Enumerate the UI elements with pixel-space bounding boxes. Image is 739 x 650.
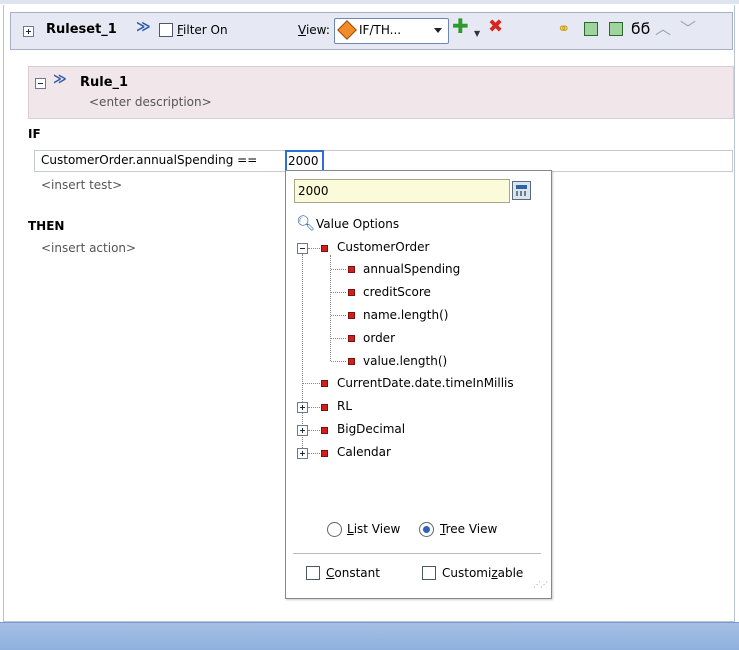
chevron-down-icon — [434, 28, 442, 33]
collapse-rule-icon[interactable] — [35, 78, 46, 89]
filter-on-label[interactable]: Filter On — [177, 22, 228, 38]
tree-item-creditscore[interactable]: creditScore — [363, 284, 431, 300]
status-bar — [0, 622, 739, 650]
list-view-radio[interactable] — [327, 522, 342, 537]
search-icon: 🔍︎ — [296, 214, 316, 232]
tree-connector — [331, 269, 346, 270]
tree-item-order[interactable]: order — [363, 330, 395, 346]
expand-bigdecimal-icon[interactable] — [297, 425, 308, 436]
rule-header: ≫ Rule_1 <enter description> — [28, 66, 734, 119]
separator — [293, 553, 541, 554]
fact-icon — [321, 427, 328, 434]
field-icon — [348, 266, 355, 273]
tree-item-rl[interactable]: RL — [337, 398, 352, 414]
fact-icon — [321, 404, 328, 411]
fact-icon — [321, 245, 328, 252]
tree-item-customerorder[interactable]: CustomerOrder — [337, 239, 429, 255]
customizable-checkbox[interactable] — [422, 566, 436, 580]
ruleset-name: Ruleset_1 — [46, 22, 117, 37]
tree-item-bigdecimal[interactable]: BigDecimal — [337, 421, 405, 437]
insert-test[interactable]: <insert test> — [41, 178, 122, 192]
filter-on-checkbox[interactable] — [159, 23, 173, 37]
expand-ruleset-icon[interactable] — [23, 26, 34, 37]
customizable-label[interactable]: Customizable — [442, 565, 523, 581]
rule-name: Rule_1 — [80, 75, 129, 90]
expand-rl-icon[interactable] — [297, 402, 308, 413]
tree-item-calendar[interactable]: Calendar — [337, 444, 391, 460]
view-select[interactable]: IF/TH... — [334, 18, 449, 44]
calculator-icon[interactable] — [512, 181, 531, 200]
expand-calendar-icon[interactable] — [297, 448, 308, 459]
tree-connector — [330, 255, 331, 361]
test-value-field[interactable]: 2000 — [285, 150, 324, 172]
value-options-label: Value Options — [316, 217, 400, 231]
tree-view-label[interactable]: Tree View — [440, 521, 497, 537]
resize-grip-icon[interactable]: ⋰⋰ — [533, 580, 548, 589]
advanced-toggle-icon[interactable]: ≫ — [136, 19, 151, 35]
constant-label[interactable]: Constant — [326, 565, 380, 581]
expand-all-icon[interactable] — [584, 22, 598, 36]
list-view-label[interactable]: List View — [347, 521, 400, 537]
diamond-icon — [337, 20, 357, 40]
field-icon — [348, 335, 355, 342]
move-down-icon[interactable]: ﹀ — [680, 19, 696, 39]
tree-connector — [308, 248, 320, 249]
ruleset-toolbar: Ruleset_1 ≫ Filter On View: IF/TH... ✚ ▼… — [10, 12, 733, 50]
field-icon — [348, 358, 355, 365]
insert-action[interactable]: <insert action> — [41, 241, 136, 255]
tree-connector — [303, 383, 320, 384]
tree-item-annualspending[interactable]: annualSpending — [363, 261, 460, 277]
if-label: IF — [28, 127, 41, 141]
field-icon — [348, 312, 355, 319]
collapse-customerorder-icon[interactable] — [297, 243, 308, 254]
view-label: View: — [298, 23, 330, 37]
tree-item-name-length[interactable]: name.length() — [363, 307, 448, 323]
rule-advanced-icon[interactable]: ≫ — [53, 72, 67, 87]
tree-connector — [331, 338, 346, 339]
tree-item-value-length[interactable]: value.length() — [363, 353, 447, 369]
tree-item-currentdate[interactable]: CurrentDate.date.timeInMillis — [337, 375, 514, 391]
view-select-value: IF/TH... — [359, 23, 402, 37]
add-icon[interactable]: ✚ — [452, 16, 469, 36]
tree-connector — [302, 254, 303, 450]
tree-connector — [308, 453, 320, 454]
tree-connector — [308, 430, 320, 431]
tree-structure-icon[interactable]: ⚭ — [557, 19, 570, 39]
field-icon — [348, 289, 355, 296]
tree-view-radio[interactable] — [419, 522, 434, 537]
constant-checkbox[interactable] — [306, 566, 320, 580]
add-dropdown-icon[interactable]: ▼ — [474, 24, 480, 44]
test-expression[interactable]: CustomerOrder.annualSpending == — [41, 153, 257, 167]
rule-description[interactable]: <enter description> — [89, 95, 212, 109]
move-up-icon[interactable]: ︿ — [655, 19, 671, 39]
tree-connector — [331, 315, 346, 316]
value-input[interactable]: 2000 — [294, 179, 510, 203]
fact-icon — [321, 380, 328, 387]
test-row[interactable]: CustomerOrder.annualSpending == — [34, 150, 733, 172]
tree-connector — [308, 407, 320, 408]
glasses-icon[interactable]: ϭϭ — [631, 19, 651, 39]
tree-connector — [331, 292, 346, 293]
delete-icon[interactable]: ✖ — [488, 17, 503, 37]
top-border — [0, 0, 739, 4]
then-label: THEN — [28, 219, 65, 233]
fact-icon — [321, 450, 328, 457]
collapse-all-icon[interactable] — [609, 22, 623, 36]
tree-connector — [331, 361, 346, 362]
